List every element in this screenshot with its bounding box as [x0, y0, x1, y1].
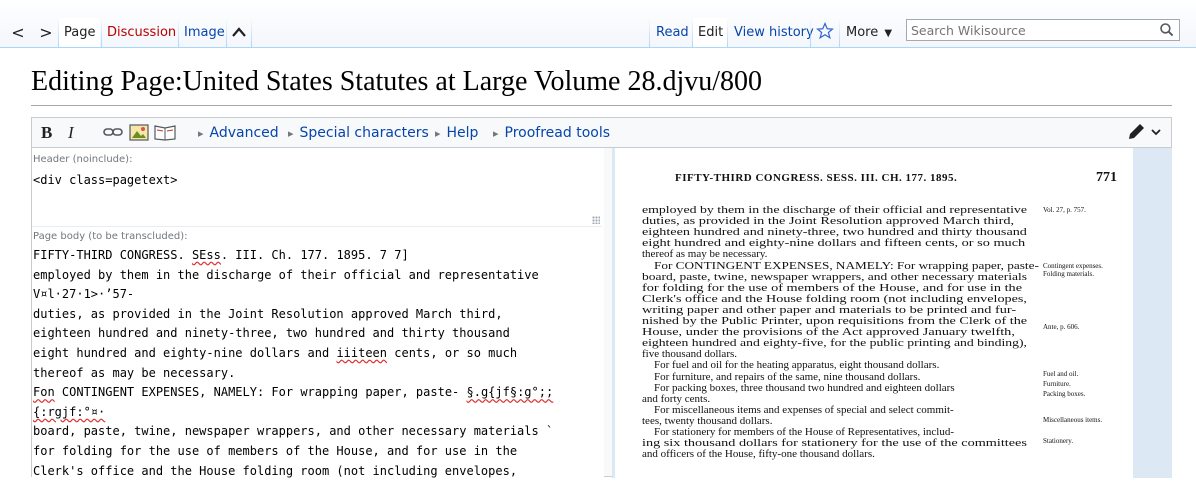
scan-page-number: 771: [1096, 170, 1117, 185]
tab-separator: [810, 18, 811, 48]
body-text-line: employed by them in the discharge of the…: [33, 267, 539, 282]
watch-star-icon[interactable]: [816, 22, 834, 40]
more-label: More: [846, 25, 879, 40]
body-textarea[interactable]: FIFTY-THIRD CONGRESS. SEss. III. Ch. 177…: [32, 246, 602, 486]
link-icon[interactable]: [103, 127, 123, 137]
tab-image[interactable]: Image: [179, 18, 230, 48]
body-text-line: eighteen hundred and ninety-three, two h…: [33, 326, 510, 341]
scan-margin-note: Contingent expenses.: [1043, 262, 1103, 270]
body-text-line: eight hundred and eighty-nine dollars an…: [33, 346, 518, 360]
tab-separator: [226, 18, 227, 48]
edit-pane: Header (noinclude): <div class=pagetext>…: [32, 148, 604, 478]
forward-arrow-icon[interactable]: >: [37, 22, 55, 44]
body-text-line: {:rgjf:°¤·: [33, 404, 106, 419]
scanned-page-image[interactable]: FIFTY-THIRD CONGRESS. SESS. III. CH. 177…: [615, 148, 1133, 478]
body-text-line: duties, as provided in the Joint Resolut…: [33, 306, 503, 321]
tab-discussion[interactable]: Discussion: [102, 18, 181, 48]
resize-grip[interactable]: [592, 216, 600, 224]
editor-toolbar: B I Advanced Special characters Help Pro…: [32, 118, 1171, 148]
body-text-line: Clerk's office and the House folding roo…: [33, 463, 518, 478]
body-text-line: V¤l·27·1>·’57-: [33, 287, 135, 302]
scan-margin-note: Fuel and oil.: [1043, 370, 1079, 378]
page-title: Editing Page:United States Statutes at L…: [31, 66, 763, 97]
chevron-up-icon[interactable]: [231, 25, 247, 39]
tab-read[interactable]: Read: [651, 18, 694, 48]
back-arrow-icon[interactable]: <: [9, 22, 27, 44]
tab-view-history[interactable]: View history: [729, 18, 819, 48]
search-icon[interactable]: [1159, 22, 1175, 38]
body-text-line: for folding for the use of members of th…: [33, 444, 518, 458]
pencil-icon[interactable]: [1126, 122, 1146, 142]
scan-margin-note: Furniture.: [1043, 380, 1071, 388]
header-textarea[interactable]: <div class=pagetext>: [32, 170, 602, 227]
tab-page[interactable]: Page: [59, 18, 101, 49]
scan-running-header: FIFTY-THIRD CONGRESS. SESS. III. CH. 177…: [675, 172, 958, 184]
title-divider: [31, 105, 1172, 106]
tab-more[interactable]: More ▼: [841, 18, 897, 48]
top-tab-bar: < > Page Discussion Image Read Edit View…: [0, 0, 1196, 49]
scan-text-line: For furniture, and repairs of the same, …: [654, 370, 921, 383]
italic-button[interactable]: I: [68, 122, 74, 144]
tab-edit[interactable]: Edit: [693, 18, 729, 49]
chevron-down-icon[interactable]: [1150, 126, 1162, 138]
scan-margin-note: Miscellaneous items.: [1043, 416, 1103, 424]
scan-pane: FIFTY-THIRD CONGRESS. SESS. III. CH. 177…: [612, 148, 1172, 478]
header-text: <div class=pagetext>: [33, 173, 178, 187]
header-label: Header (noinclude):: [33, 154, 133, 165]
body-text-line: Fon CONTINGENT EXPENSES, NAMELY: For wra…: [33, 385, 554, 400]
tab-separator: [839, 18, 840, 48]
scan-margin-note: Ante, p. 606.: [1043, 323, 1080, 331]
scan-text-line: For packing boxes, three thousand two hu…: [654, 381, 955, 394]
body-text-line: board, paste, twine, newspaper wrappers,…: [33, 424, 554, 439]
help-toggle[interactable]: Help: [435, 122, 479, 144]
body-label: Page body (to be transcluded):: [33, 231, 188, 242]
editor-panel: B I Advanced Special characters Help Pro…: [31, 117, 1172, 478]
scan-text-line: and officers of the House, fifty-one tho…: [642, 448, 875, 461]
reference-book-icon[interactable]: [154, 124, 176, 141]
scan-margin-note: Folding materials.: [1043, 270, 1094, 278]
search-box: [906, 19, 1180, 41]
scan-margin-note: Packing boxes.: [1043, 390, 1086, 398]
scan-margin-note: Vol. 27, p. 757.: [1043, 206, 1086, 214]
special-characters-toggle[interactable]: Special characters: [288, 122, 429, 144]
search-input[interactable]: [907, 20, 1155, 41]
chevron-down-icon: ▼: [884, 28, 893, 39]
proofread-tools-toggle[interactable]: Proofread tools: [493, 122, 611, 144]
scan-margin-note: Stationery.: [1043, 437, 1074, 445]
body-text-line: FIFTY-THIRD CONGRESS. SEss. III. Ch. 177…: [33, 248, 409, 262]
body-text-line: thereof as may be necessary.: [33, 365, 236, 380]
bold-button[interactable]: B: [41, 122, 52, 144]
tab-separator: [251, 18, 252, 48]
advanced-toggle[interactable]: Advanced: [198, 122, 279, 144]
embedded-file-icon[interactable]: [129, 124, 149, 141]
tab-separator: [649, 18, 650, 48]
tab-separator: [727, 18, 728, 48]
scan-text-line: For fuel and oil for the heating apparat…: [654, 359, 940, 372]
